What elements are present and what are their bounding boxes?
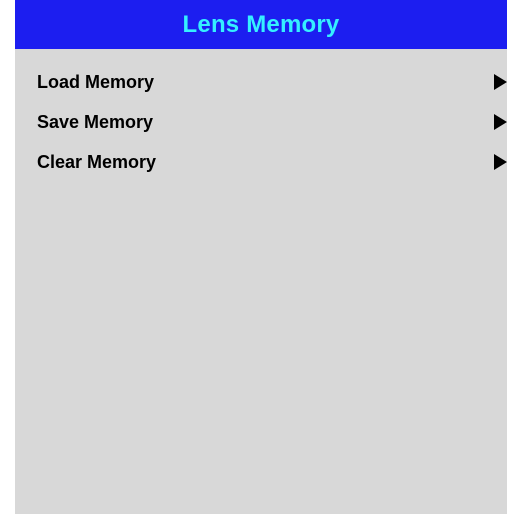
submenu-arrow-icon	[494, 74, 507, 90]
osd-menu-panel: Lens Memory Load Memory Save Memory Clea…	[15, 0, 507, 514]
menu-item-save-memory[interactable]: Save Memory	[15, 102, 507, 142]
page-title: Lens Memory	[182, 10, 340, 38]
submenu-arrow-icon	[494, 114, 507, 130]
menu-item-clear-memory[interactable]: Clear Memory	[15, 142, 507, 182]
menu-item-label: Save Memory	[37, 111, 154, 132]
submenu-arrow-icon	[494, 154, 507, 170]
menu-list: Load Memory Save Memory Clear Memory	[15, 62, 507, 182]
title-bar: Lens Memory	[15, 0, 507, 49]
menu-item-label: Clear Memory	[37, 151, 157, 172]
menu-item-load-memory[interactable]: Load Memory	[15, 62, 507, 102]
menu-item-label: Load Memory	[37, 71, 155, 92]
